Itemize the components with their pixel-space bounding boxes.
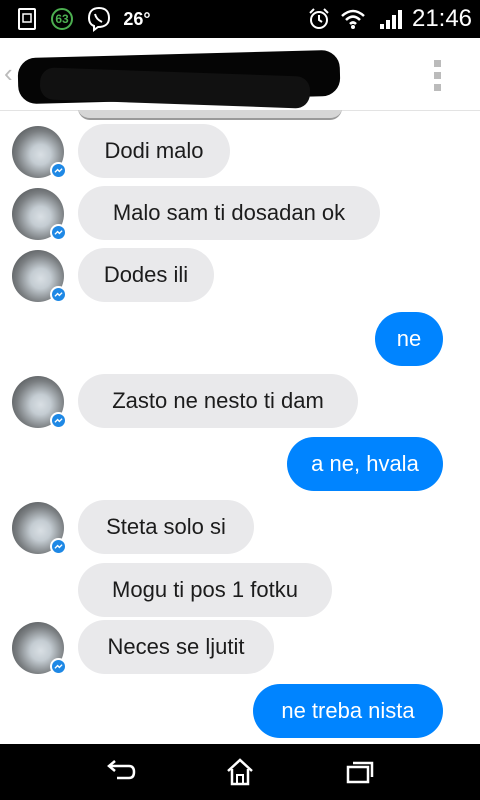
messenger-icon xyxy=(50,224,67,241)
messenger-icon xyxy=(50,658,67,675)
message-bubble-incoming[interactable]: Neces se ljutit xyxy=(78,620,274,674)
status-bar: 63 26° 21:46 xyxy=(0,0,480,38)
messenger-icon xyxy=(50,162,67,179)
message-bubble-incoming[interactable]: Dodi malo xyxy=(78,124,230,178)
signal-icon xyxy=(376,0,408,38)
message-bubble-incoming[interactable]: Dodes ili xyxy=(78,248,214,302)
message-bubble-outgoing[interactable]: ne xyxy=(375,312,443,366)
alarm-icon xyxy=(304,0,334,38)
message-list[interactable]: Dodi malo Malo sam ti dosadan ok Dodes i… xyxy=(0,110,480,744)
message-bubble-incoming[interactable]: Zasto ne nesto ti dam xyxy=(78,374,358,428)
avatar[interactable] xyxy=(12,188,67,241)
message-text: Mogu ti pos 1 fotku xyxy=(112,577,298,602)
notification-count: 63 xyxy=(51,8,73,30)
previous-photo-message[interactable] xyxy=(78,110,342,120)
notification-count-badge: 63 xyxy=(48,0,76,38)
screenshot-icon xyxy=(14,0,40,38)
avatar[interactable] xyxy=(12,126,67,179)
message-text: Malo sam ti dosadan ok xyxy=(112,200,346,225)
message-bubble-incoming[interactable]: Malo sam ti dosadan ok xyxy=(78,186,380,240)
chevron-left-icon[interactable]: ‹ xyxy=(4,58,13,89)
temperature: 26° xyxy=(123,8,151,29)
message-text: Neces se ljutit xyxy=(107,634,245,659)
message-text: Zasto ne nesto ti dam xyxy=(112,388,324,413)
back-nav-icon[interactable] xyxy=(92,752,148,792)
messenger-icon xyxy=(50,538,67,555)
recents-nav-icon[interactable] xyxy=(332,752,388,792)
avatar[interactable] xyxy=(12,622,67,675)
message-text: ne treba nista xyxy=(281,698,415,723)
avatar[interactable] xyxy=(12,250,67,303)
home-nav-icon[interactable] xyxy=(212,752,268,792)
message-text: Steta solo si xyxy=(106,514,226,539)
messenger-icon xyxy=(50,412,67,429)
wifi-icon xyxy=(338,0,368,38)
system-nav-bar xyxy=(0,744,480,800)
message-text: Dodi malo xyxy=(104,138,204,163)
message-text: a ne, hvala xyxy=(311,451,419,476)
message-bubble-outgoing[interactable]: a ne, hvala xyxy=(287,437,443,491)
messenger-icon xyxy=(50,286,67,303)
message-text: ne xyxy=(396,326,422,351)
message-text: Dodes ili xyxy=(103,262,189,287)
message-bubble-incoming[interactable]: Steta solo si xyxy=(78,500,254,554)
avatar[interactable] xyxy=(12,502,67,555)
overflow-menu-icon[interactable] xyxy=(426,60,450,92)
message-bubble-incoming[interactable]: Mogu ti pos 1 fotku xyxy=(78,563,332,617)
avatar[interactable] xyxy=(12,376,67,429)
clock: 21:46 xyxy=(411,5,473,32)
conversation-header: ‹ xyxy=(0,38,480,111)
viber-icon xyxy=(84,0,114,38)
message-bubble-outgoing[interactable]: ne treba nista xyxy=(253,684,443,738)
